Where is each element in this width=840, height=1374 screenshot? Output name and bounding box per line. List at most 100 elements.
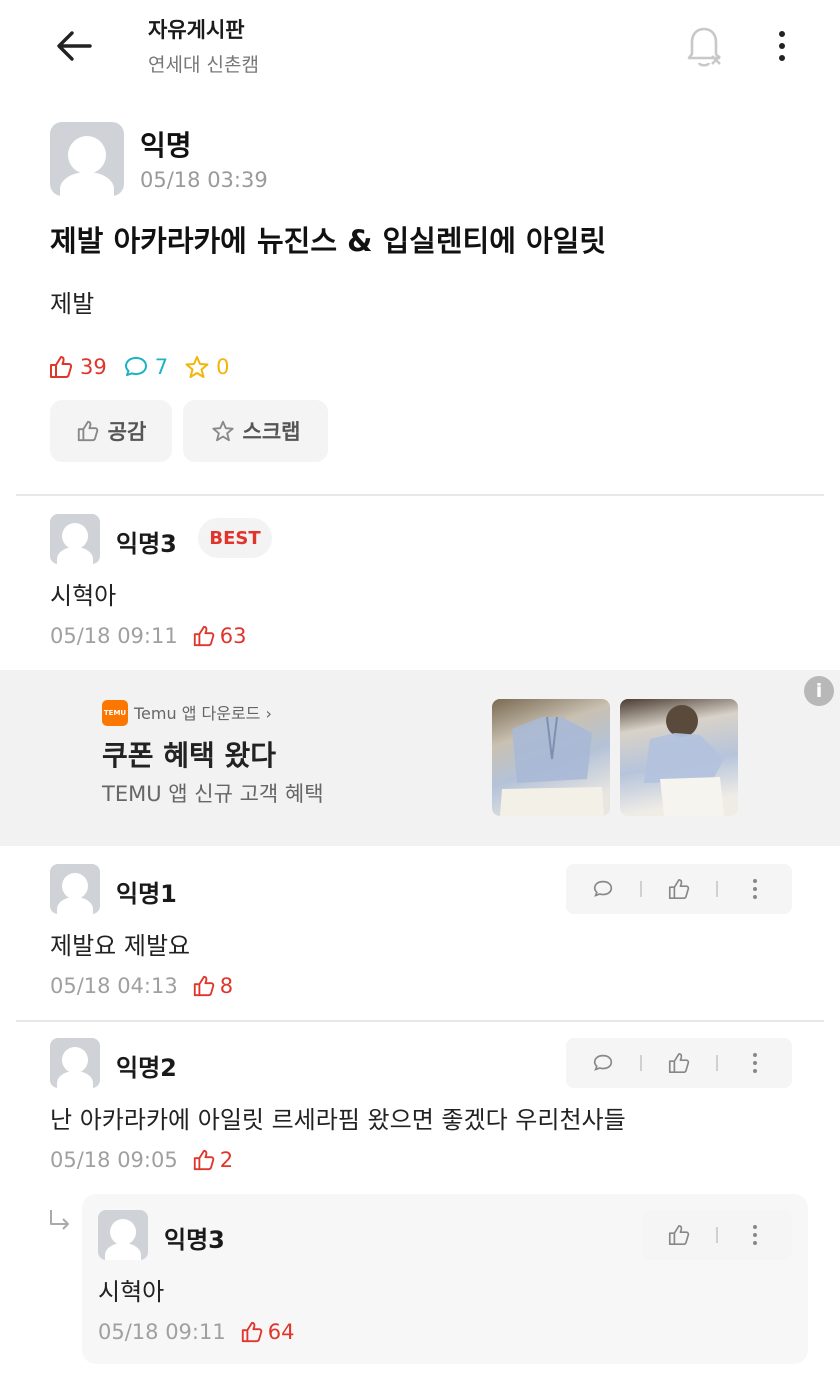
comment-like-value: 8 — [219, 974, 234, 998]
comment-text: 난 아카라카에 아일릿 르세라핌 왔으면 좋겠다 우리천사들 — [50, 1106, 626, 1134]
like-count: 39 — [48, 354, 107, 380]
comment-avatar — [50, 864, 100, 914]
comment-like-value: 64 — [267, 1320, 295, 1344]
comment-action-bar — [566, 1038, 792, 1088]
comment-meta: 05/18 09:05 2 — [50, 1148, 233, 1172]
comment-author: 익명2 — [116, 1054, 177, 1082]
post-title: 제발 아카라카에 뉴진스 & 입실렌티에 아일릿 — [50, 224, 607, 258]
comment-avatar — [98, 1210, 148, 1260]
comment-author: 익명3 — [116, 530, 177, 558]
thumbs-up-icon — [241, 1321, 262, 1343]
comment-icon — [124, 357, 147, 376]
shirt-photo-icon — [500, 716, 604, 816]
separator — [715, 1055, 718, 1071]
thumbs-up-icon — [193, 975, 214, 997]
comment-timestamp: 05/18 09:11 — [98, 1320, 226, 1344]
comment-like-count: 2 — [192, 1148, 233, 1172]
separator — [640, 1055, 643, 1071]
reply-arrow-icon — [50, 1210, 69, 1230]
empathy-button-label: 공감 — [107, 420, 147, 444]
star-icon — [211, 420, 234, 442]
scrap-count: 0 — [184, 354, 229, 380]
comment-action-bar — [566, 864, 792, 914]
comment-author: 익명3 — [164, 1226, 225, 1254]
divider — [16, 494, 824, 496]
ad-info-icon[interactable]: i — [804, 676, 834, 706]
thumbs-up-icon — [668, 878, 690, 900]
comment-text: 시혁아 — [50, 582, 117, 610]
comment-timestamp: 05/18 09:05 — [50, 1148, 178, 1172]
more-dot — [779, 43, 785, 49]
shirt-photo-icon — [644, 705, 724, 816]
separator — [640, 881, 643, 897]
post-body: 제발 — [50, 290, 95, 318]
comment-count: 7 — [123, 354, 168, 380]
comment-meta: 05/18 09:11 64 — [98, 1320, 294, 1344]
more-vertical-icon — [752, 879, 757, 899]
more-vertical-icon — [752, 1225, 757, 1245]
comment-avatar — [50, 1038, 100, 1088]
thumbs-up-icon — [50, 356, 73, 378]
post-timestamp: 05/18 03:39 — [140, 168, 268, 192]
best-badge: BEST — [198, 518, 272, 558]
thumbs-up-icon — [193, 1149, 214, 1171]
more-options-button[interactable] — [760, 22, 804, 70]
more-dot — [779, 31, 785, 37]
comment-more-button[interactable] — [737, 1217, 773, 1253]
post-author-name: 익명 — [140, 129, 192, 162]
reply-button[interactable] — [585, 1045, 621, 1081]
separator — [715, 1227, 718, 1243]
board-subtitle: 연세대 신촌캠 — [148, 54, 259, 76]
back-button[interactable] — [50, 24, 98, 68]
thumbs-up-icon — [668, 1052, 690, 1074]
bell-off-icon — [687, 27, 721, 67]
ad-description: TEMU 앱 신규 고객 혜택 — [102, 782, 324, 806]
ad-product-image[interactable] — [620, 699, 738, 816]
comment-icon — [594, 880, 613, 897]
ad-banner[interactable]: TEMU Temu 앱 다운로드 › 쿠폰 혜택 왔다 TEMU 앱 신규 고객… — [0, 670, 840, 846]
post-stats: 39 7 0 — [48, 354, 229, 380]
comment-action-bar — [642, 1210, 792, 1260]
scrap-count-value: 0 — [216, 355, 230, 379]
temu-logo: TEMU — [102, 700, 128, 726]
comment-more-button[interactable] — [737, 1045, 773, 1081]
comment-avatar — [50, 514, 100, 564]
comment-like-count: 64 — [240, 1320, 295, 1344]
comment-text: 제발요 제발요 — [50, 932, 191, 960]
comment-like-count: 8 — [192, 974, 233, 998]
comment-meta: 05/18 09:11 63 — [50, 624, 246, 648]
ad-brand-link[interactable]: Temu 앱 다운로드 › — [134, 700, 272, 724]
comment-like-button[interactable] — [661, 1045, 697, 1081]
thumbs-up-icon — [193, 625, 214, 647]
comment-timestamp: 05/18 09:11 — [50, 624, 178, 648]
empathy-button[interactable]: 공감 — [50, 400, 172, 462]
thumbs-up-icon — [77, 420, 98, 442]
separator — [715, 881, 718, 897]
comment-text: 시혁아 — [98, 1278, 165, 1306]
back-arrow-icon — [57, 31, 92, 61]
comment-like-button[interactable] — [661, 1217, 697, 1253]
comment-like-value: 63 — [219, 624, 247, 648]
more-dot — [779, 55, 785, 61]
comment-author: 익명1 — [116, 880, 177, 908]
divider — [16, 1020, 824, 1022]
notification-toggle-button[interactable] — [680, 20, 728, 72]
comment-timestamp: 05/18 04:13 — [50, 974, 178, 998]
comment-count-value: 7 — [154, 355, 169, 379]
like-count-value: 39 — [80, 355, 107, 379]
scrap-button[interactable]: 스크랩 — [183, 400, 328, 462]
thumbs-up-icon — [669, 1224, 690, 1246]
comment-icon — [594, 1054, 613, 1071]
reply-button[interactable] — [585, 871, 621, 907]
comment-like-count: 63 — [192, 624, 247, 648]
comment-more-button[interactable] — [737, 871, 773, 907]
comment-meta: 05/18 04:13 8 — [50, 974, 233, 998]
star-icon — [185, 356, 209, 378]
ad-product-image[interactable] — [492, 699, 610, 816]
ad-title: 쿠폰 혜택 왔다 — [102, 739, 277, 772]
more-vertical-icon — [752, 1053, 757, 1073]
comment-like-button[interactable] — [661, 871, 697, 907]
post-author-avatar — [50, 122, 124, 196]
comment-like-value: 2 — [219, 1148, 234, 1172]
scrap-button-label: 스크랩 — [242, 420, 301, 444]
